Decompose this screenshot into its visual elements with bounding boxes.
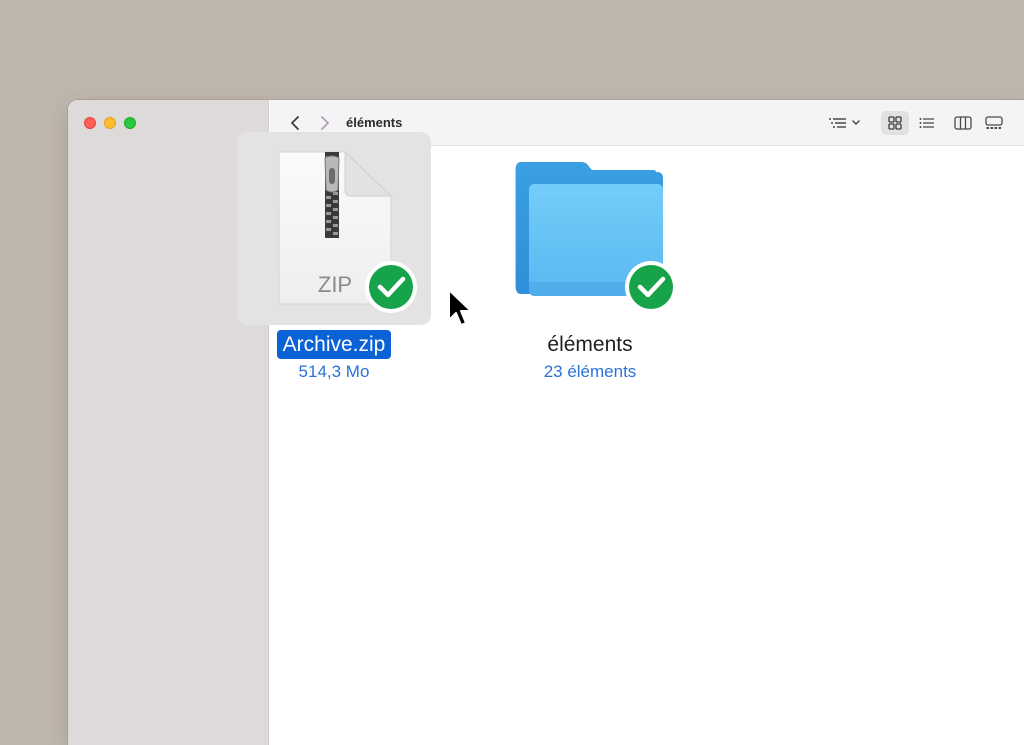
grid-icon <box>888 116 902 130</box>
file-size: 514,3 Mo <box>298 362 370 381</box>
window-controls <box>84 117 136 129</box>
zip-label: ZIP <box>318 272 352 297</box>
minimize-button[interactable] <box>104 117 116 129</box>
zip-file-icon: ZIP <box>278 150 417 313</box>
folder-icon-container[interactable] <box>493 132 687 325</box>
chevron-down-icon <box>852 120 860 125</box>
file-item-archive[interactable]: ZIP Archive.zip 514,3 Mo <box>237 132 431 382</box>
back-button[interactable] <box>284 112 306 134</box>
list-options-icon <box>829 118 860 128</box>
list-icon <box>919 118 934 128</box>
mouse-pointer-icon <box>448 289 472 326</box>
gallery-icon <box>985 116 1003 129</box>
gallery-view-button[interactable] <box>980 111 1008 135</box>
list-view-button[interactable] <box>913 111 941 135</box>
folder-item-elements[interactable]: éléments 23 éléments <box>493 132 687 382</box>
file-icon-container[interactable]: ZIP <box>237 132 431 325</box>
file-name[interactable]: Archive.zip <box>276 330 392 359</box>
forward-button[interactable] <box>314 112 336 134</box>
folder-name[interactable]: éléments <box>541 330 638 359</box>
column-view-button[interactable] <box>949 111 977 135</box>
icon-view-button[interactable] <box>881 111 909 135</box>
folder-item-count: 23 éléments <box>543 362 637 381</box>
chevron-right-icon <box>321 116 329 130</box>
zoom-button[interactable] <box>124 117 136 129</box>
columns-icon <box>954 116 972 130</box>
chevron-left-icon <box>291 116 299 130</box>
window-title: éléments <box>346 115 403 130</box>
folder-icon <box>515 162 677 313</box>
group-sort-button[interactable] <box>826 111 864 135</box>
close-button[interactable] <box>84 117 96 129</box>
